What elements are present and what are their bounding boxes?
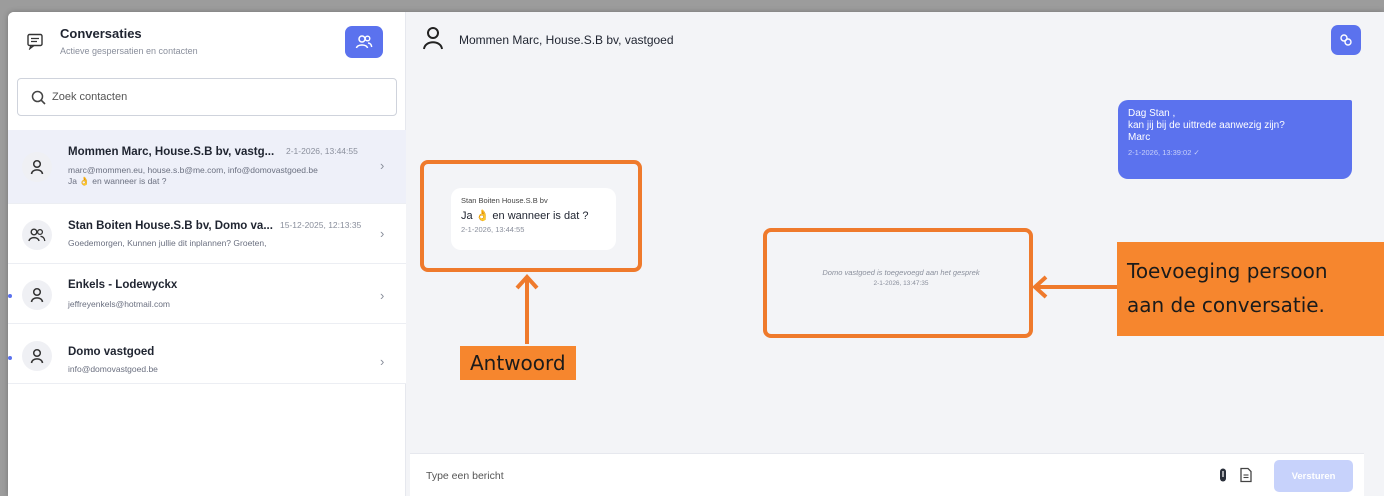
- send-button[interactable]: Versturen: [1274, 460, 1353, 492]
- contact-name: Mommen Marc, House.S.B bv, vastg...: [68, 146, 275, 158]
- attachment-icon[interactable]: [1216, 467, 1230, 483]
- added-person-label-line: Toevoeging persoon: [1127, 259, 1328, 283]
- contact-email: info@domovastgoed.be: [68, 364, 158, 374]
- avatar: [22, 280, 52, 310]
- sidebar: Conversaties Actieve gespersatien en con…: [8, 12, 406, 496]
- group-icon: [28, 228, 46, 242]
- contact-last-message: Ja 👌 en wanneer is dat ?: [68, 176, 167, 186]
- contact-email: jeffreyenkels@hotmail.com: [68, 299, 171, 309]
- contact-item-stan[interactable]: Stan Boiten House.S.B bv, Domo va... 15-…: [8, 204, 406, 264]
- arrow-up-icon: [515, 274, 539, 344]
- answer-highlight: [420, 160, 642, 272]
- unread-indicator: [8, 294, 12, 298]
- chat-options-button[interactable]: [1331, 25, 1361, 55]
- answer-label: Antwoord: [460, 346, 576, 380]
- avatar: [22, 152, 52, 182]
- added-person-label-line: aan de conversatie.: [1127, 293, 1325, 317]
- chevron-right-icon: ›: [380, 354, 385, 369]
- document-icon[interactable]: [1239, 467, 1253, 483]
- settings-icon: [1340, 34, 1352, 46]
- contact-item-domo[interactable]: Domo vastgoed info@domovastgoed.be ›: [8, 324, 406, 384]
- contact-name: Stan Boiten House.S.B bv, Domo va...: [68, 220, 273, 232]
- person-icon: [30, 348, 44, 364]
- person-icon: [423, 27, 443, 50]
- message-composer: Versturen: [410, 453, 1364, 496]
- unread-indicator: [8, 356, 12, 360]
- contact-item-enkels[interactable]: Enkels - Lodewyckx jeffreyenkels@hotmail…: [8, 264, 406, 324]
- avatar: [22, 220, 52, 250]
- search-input[interactable]: [52, 87, 382, 107]
- sidebar-title: Conversaties: [60, 26, 142, 41]
- chat-icon: [27, 33, 43, 50]
- arrow-left-icon: [1032, 275, 1120, 299]
- message-line: Dag Stan ,: [1128, 108, 1176, 119]
- new-group-button[interactable]: [345, 26, 383, 58]
- added-person-highlight: [763, 228, 1033, 338]
- contact-date: 2-1-2026, 13:44:55: [286, 146, 358, 156]
- users-icon: [355, 35, 373, 49]
- contact-name: Enkels - Lodewyckx: [68, 279, 178, 291]
- outgoing-message: Dag Stan , kan jij bij de uittrede aanwe…: [1118, 100, 1352, 179]
- person-icon: [30, 159, 44, 175]
- contact-emails: marc@mommen.eu, house.s.b@me.com, info@d…: [68, 165, 318, 175]
- chevron-right-icon: ›: [380, 288, 385, 303]
- chevron-right-icon: ›: [380, 226, 385, 241]
- message-line: kan jij bij de uittrede aanwezig zijn?: [1128, 120, 1285, 131]
- person-icon: [30, 287, 44, 303]
- contact-name: Domo vastgoed: [68, 346, 155, 358]
- message-line: Marc: [1128, 132, 1151, 143]
- contact-date: 15-12-2025, 12:13:35: [280, 220, 362, 230]
- search-icon: [31, 90, 46, 105]
- added-person-label: Toevoeging persoon aan de conversatie.: [1117, 242, 1384, 336]
- sidebar-subtitle: Actieve gespersatien en contacten: [60, 46, 198, 56]
- chat-title: Mommen Marc, House.S.B bv, vastgoed: [459, 33, 674, 47]
- contact-item-mommen[interactable]: Mommen Marc, House.S.B bv, vastg... 2-1-…: [8, 130, 406, 204]
- contact-last-message: Goedemorgen, Kunnen jullie dit inplannen…: [68, 238, 267, 248]
- sidebar-header: Conversaties Actieve gespersatien en con…: [8, 12, 406, 74]
- avatar: [22, 341, 52, 371]
- message-input[interactable]: [426, 466, 1186, 486]
- chat-header: Mommen Marc, House.S.B bv, vastgoed: [406, 12, 1384, 70]
- chevron-right-icon: ›: [380, 158, 385, 173]
- message-meta: 2-1-2026, 13:39:02 ✓: [1128, 148, 1200, 157]
- search-box: [17, 78, 397, 116]
